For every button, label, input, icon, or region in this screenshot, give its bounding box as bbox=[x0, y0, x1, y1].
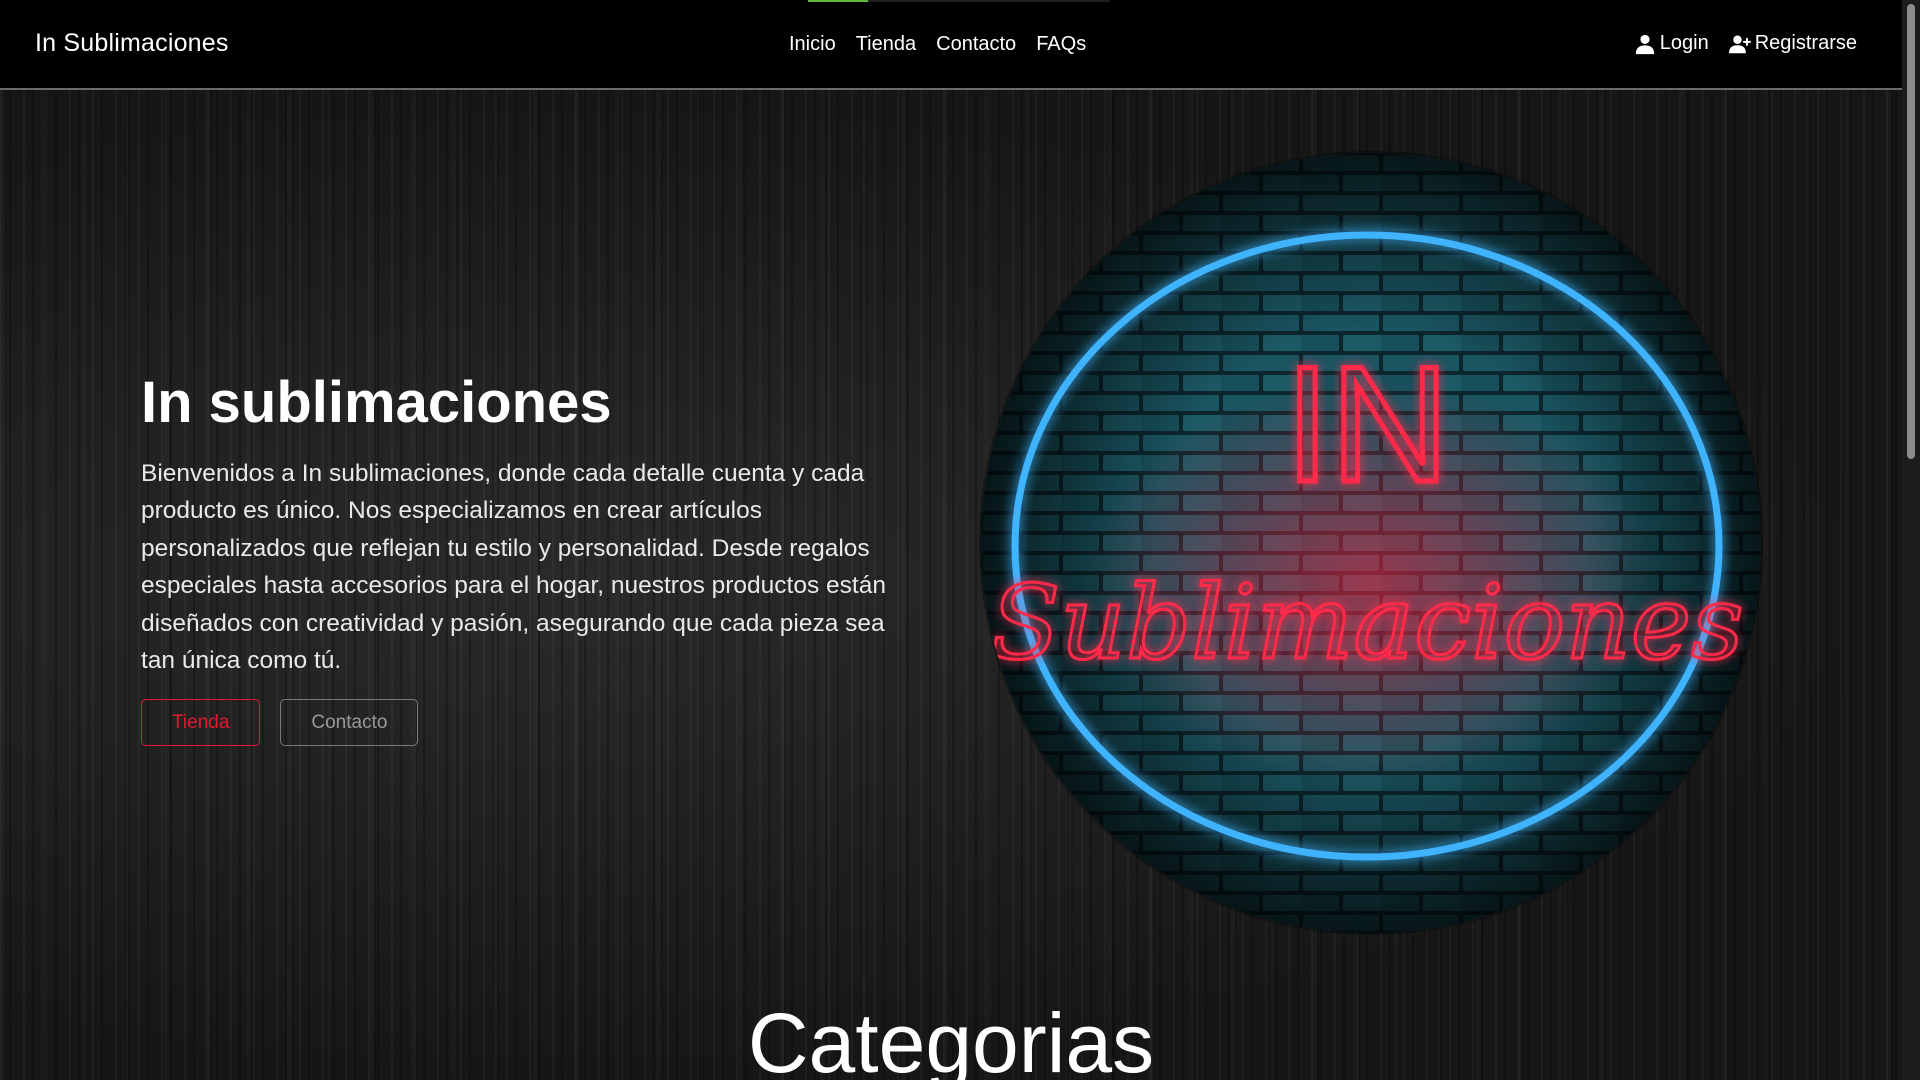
navbar: In Sublimaciones Inicio Tienda Contacto … bbox=[0, 0, 1902, 90]
nav-link-faqs[interactable]: FAQs bbox=[1036, 33, 1086, 56]
register-link[interactable]: Registrarse bbox=[1728, 32, 1857, 55]
page-scrollbar[interactable] bbox=[1902, 0, 1920, 1080]
auth-links: Login Registrarse bbox=[1634, 32, 1857, 55]
main-nav: Inicio Tienda Contacto FAQs bbox=[789, 33, 1086, 56]
neon-logo-line1: IN bbox=[1285, 332, 1450, 516]
register-label: Registrarse bbox=[1754, 32, 1857, 54]
nav-link-contacto[interactable]: Contacto bbox=[936, 33, 1016, 56]
login-link[interactable]: Login bbox=[1634, 32, 1709, 55]
nav-link-inicio[interactable]: Inicio bbox=[789, 33, 836, 56]
hero-section: In sublimaciones Bienvenidos a In sublim… bbox=[0, 90, 1902, 1080]
tienda-button[interactable]: Tienda bbox=[141, 698, 261, 746]
login-label: Login bbox=[1659, 32, 1709, 54]
scrollbar-thumb[interactable] bbox=[1907, 4, 1915, 459]
user-plus-icon bbox=[1728, 35, 1751, 53]
brand-link[interactable]: In Sublimaciones bbox=[35, 29, 229, 58]
hero-buttons: Tienda Contacto bbox=[141, 698, 911, 746]
hero-description: Bienvenidos a In sublimaciones, donde ca… bbox=[141, 459, 886, 675]
neon-logo-image: IN Sublimaciones bbox=[981, 153, 1761, 933]
contacto-button[interactable]: Contacto bbox=[280, 698, 419, 746]
hero-title: In sublimaciones bbox=[141, 370, 612, 435]
page-load-progress bbox=[808, 0, 1110, 2]
categories-heading: Categorias bbox=[747, 996, 1155, 1080]
nav-link-tienda[interactable]: Tienda bbox=[856, 33, 916, 56]
page-load-progress-fill bbox=[808, 0, 869, 2]
user-icon bbox=[1635, 34, 1654, 54]
browser-viewport: In Sublimaciones Inicio Tienda Contacto … bbox=[0, 0, 1920, 1080]
neon-logo-line2: Sublimaciones bbox=[990, 564, 1743, 683]
hero-text: In sublimaciones Bienvenidos a In sublim… bbox=[141, 370, 911, 746]
